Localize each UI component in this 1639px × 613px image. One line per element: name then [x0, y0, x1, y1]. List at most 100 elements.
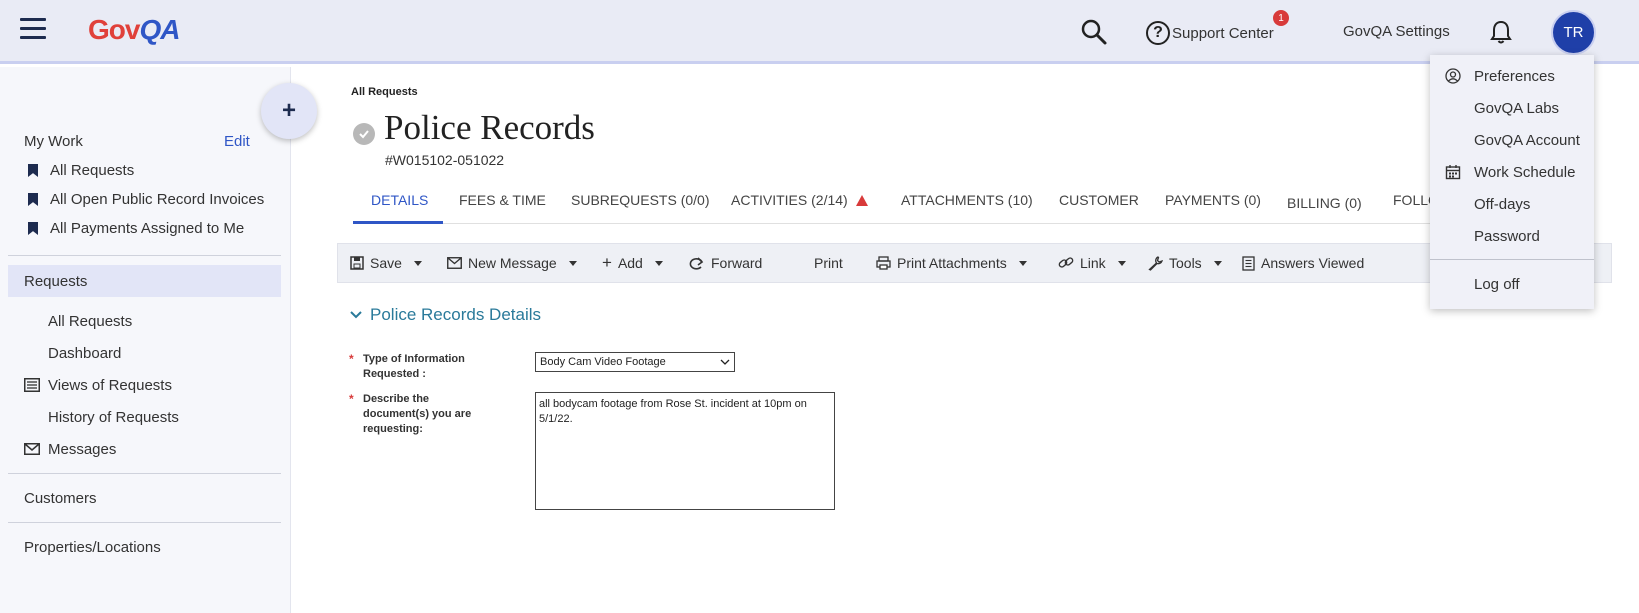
bookmark-icon — [28, 222, 38, 235]
required-marker: * — [349, 392, 354, 406]
govqa-logo[interactable]: GovQA — [88, 14, 180, 46]
required-marker: * — [349, 352, 354, 366]
support-center-link[interactable]: ? Support Center — [1146, 20, 1274, 46]
tools-button[interactable]: Tools — [1148, 255, 1222, 271]
menu-item-label: Log off — [1474, 275, 1520, 293]
police-records-details-toggle[interactable]: Police Records Details — [350, 305, 541, 325]
sidebar-item-requests[interactable]: Requests — [24, 273, 87, 290]
envelope-icon — [447, 257, 462, 269]
tab-payments[interactable]: PAYMENTS (0) — [1165, 192, 1261, 208]
new-message-button[interactable]: New Message — [447, 255, 577, 271]
tab-fees-time[interactable]: FEES & TIME — [459, 192, 546, 208]
sidebar-item-messages[interactable]: Messages — [48, 441, 116, 458]
request-id: #W015102-051022 — [385, 152, 505, 168]
sidebar-item-history-of-requests[interactable]: History of Requests — [48, 409, 179, 426]
bookmark-all-requests[interactable]: All Requests — [0, 162, 134, 179]
logo-qa-text: QA — [139, 14, 180, 45]
tab-billing[interactable]: BILLING (0) — [1287, 195, 1362, 211]
describe-documents-textarea[interactable]: all bodycam footage from Rose St. incide… — [535, 392, 835, 510]
print-button[interactable]: Print — [814, 255, 843, 271]
chevron-down-icon — [1018, 260, 1027, 266]
answers-viewed-button[interactable]: Answers Viewed — [1242, 255, 1364, 271]
bookmark-label: All Payments Assigned to Me — [50, 220, 245, 237]
menu-item-label: Work Schedule — [1474, 163, 1576, 181]
print-attachments-label: Print Attachments — [897, 255, 1007, 271]
page-title: Police Records — [384, 108, 595, 147]
add-button[interactable]: + Add — [602, 253, 663, 272]
floppy-disk-icon — [350, 256, 364, 270]
user-avatar[interactable]: TR — [1553, 12, 1594, 53]
bookmark-payments-assigned[interactable]: All Payments Assigned to Me — [0, 220, 244, 237]
bookmark-label: All Requests — [50, 162, 135, 179]
tab-activities[interactable]: ACTIVITIES (2/14) — [731, 192, 868, 208]
chevron-down-icon — [654, 260, 663, 266]
user-circle-icon — [1445, 68, 1461, 84]
link-label: Link — [1080, 255, 1106, 271]
logo-gov-text: Gov — [88, 14, 140, 45]
tab-customer[interactable]: CUSTOMER — [1059, 192, 1139, 208]
menu-item-govqa-account[interactable]: GovQA Account — [1430, 126, 1594, 154]
menu-item-off-days[interactable]: Off-days — [1430, 190, 1594, 218]
chevron-down-icon — [413, 260, 422, 266]
forward-arrow-icon — [689, 257, 704, 270]
sidebar-item-dashboard[interactable]: Dashboard — [48, 345, 121, 362]
forward-button[interactable]: Forward — [689, 255, 762, 271]
bookmark-icon — [28, 164, 38, 177]
chevron-down-icon — [1213, 260, 1222, 266]
bookmark-open-invoices[interactable]: All Open Public Record Invoices — [0, 191, 264, 208]
type-of-information-label: Type of Information Requested : — [363, 353, 465, 380]
user-dropdown-menu: Preferences GovQA Labs GovQA Account Wor… — [1430, 55, 1594, 309]
sidebar-divider — [8, 473, 281, 474]
calendar-icon — [1445, 165, 1461, 180]
print-label: Print — [814, 255, 843, 271]
list-view-icon — [24, 378, 40, 392]
menu-item-preferences[interactable]: Preferences — [1430, 62, 1594, 90]
search-icon[interactable] — [1080, 18, 1108, 46]
link-icon — [1058, 257, 1074, 268]
describe-documents-label: Describe the document(s) you are request… — [363, 393, 472, 435]
bell-icon[interactable] — [1489, 19, 1513, 45]
govqa-settings-link[interactable]: GovQA Settings — [1343, 23, 1450, 40]
menu-item-label: Preferences — [1474, 67, 1555, 85]
breadcrumb-all-requests[interactable]: All Requests — [351, 86, 418, 98]
status-check-icon — [353, 123, 375, 145]
menu-item-work-schedule[interactable]: Work Schedule — [1430, 158, 1594, 186]
chevron-down-icon — [1117, 260, 1126, 266]
hamburger-menu-icon[interactable] — [20, 18, 46, 40]
help-icon: ? — [1146, 21, 1170, 45]
warning-icon — [855, 195, 868, 206]
new-message-label: New Message — [468, 255, 557, 271]
tab-activities-label: ACTIVITIES (2/14) — [731, 192, 848, 208]
type-of-information-select[interactable]: Body Cam Video Footage — [535, 352, 735, 372]
bookmark-icon — [28, 193, 38, 206]
tab-subrequests[interactable]: SUBREQUESTS (0/0) — [571, 192, 709, 208]
request-tabs: DETAILS FEES & TIME SUBREQUESTS (0/0) AC… — [353, 188, 1439, 224]
wrench-icon — [1148, 255, 1163, 271]
add-label: Add — [617, 255, 643, 271]
menu-item-govqa-labs[interactable]: GovQA Labs — [1430, 94, 1594, 122]
menu-item-password[interactable]: Password — [1430, 222, 1594, 250]
print-attachments-button[interactable]: Print Attachments — [876, 255, 1027, 271]
menu-item-log-off[interactable]: Log off — [1430, 270, 1594, 298]
save-button[interactable]: Save — [350, 255, 422, 271]
action-toolbar: Save New Message + Add Forward Print Pri… — [337, 243, 1612, 283]
tab-attachments[interactable]: ATTACHMENTS (10) — [901, 192, 1033, 208]
bookmark-label: All Open Public Record Invoices — [50, 191, 265, 208]
link-button[interactable]: Link — [1058, 255, 1126, 271]
plus-icon: + — [602, 253, 612, 272]
sidebar-item-properties-locations[interactable]: Properties/Locations — [24, 539, 161, 556]
sidebar-item-customers[interactable]: Customers — [24, 490, 97, 507]
chevron-down-icon — [350, 311, 362, 319]
create-new-button[interactable]: + — [261, 83, 317, 139]
menu-item-label: Password — [1474, 227, 1540, 245]
sidebar-item-views-of-requests[interactable]: Views of Requests — [48, 377, 172, 394]
top-header: GovQA ? Support Center 1 GovQA Settings … — [0, 0, 1639, 64]
support-center-label: Support Center — [1172, 24, 1274, 42]
tab-details[interactable]: DETAILS — [371, 192, 428, 208]
support-notification-badge: 1 — [1273, 10, 1289, 26]
edit-my-work-link[interactable]: Edit — [224, 133, 250, 150]
menu-item-label: GovQA Labs — [1474, 99, 1560, 117]
printer-icon — [876, 256, 891, 270]
sidebar-item-all-requests[interactable]: All Requests — [48, 313, 132, 330]
save-label: Save — [370, 255, 402, 271]
